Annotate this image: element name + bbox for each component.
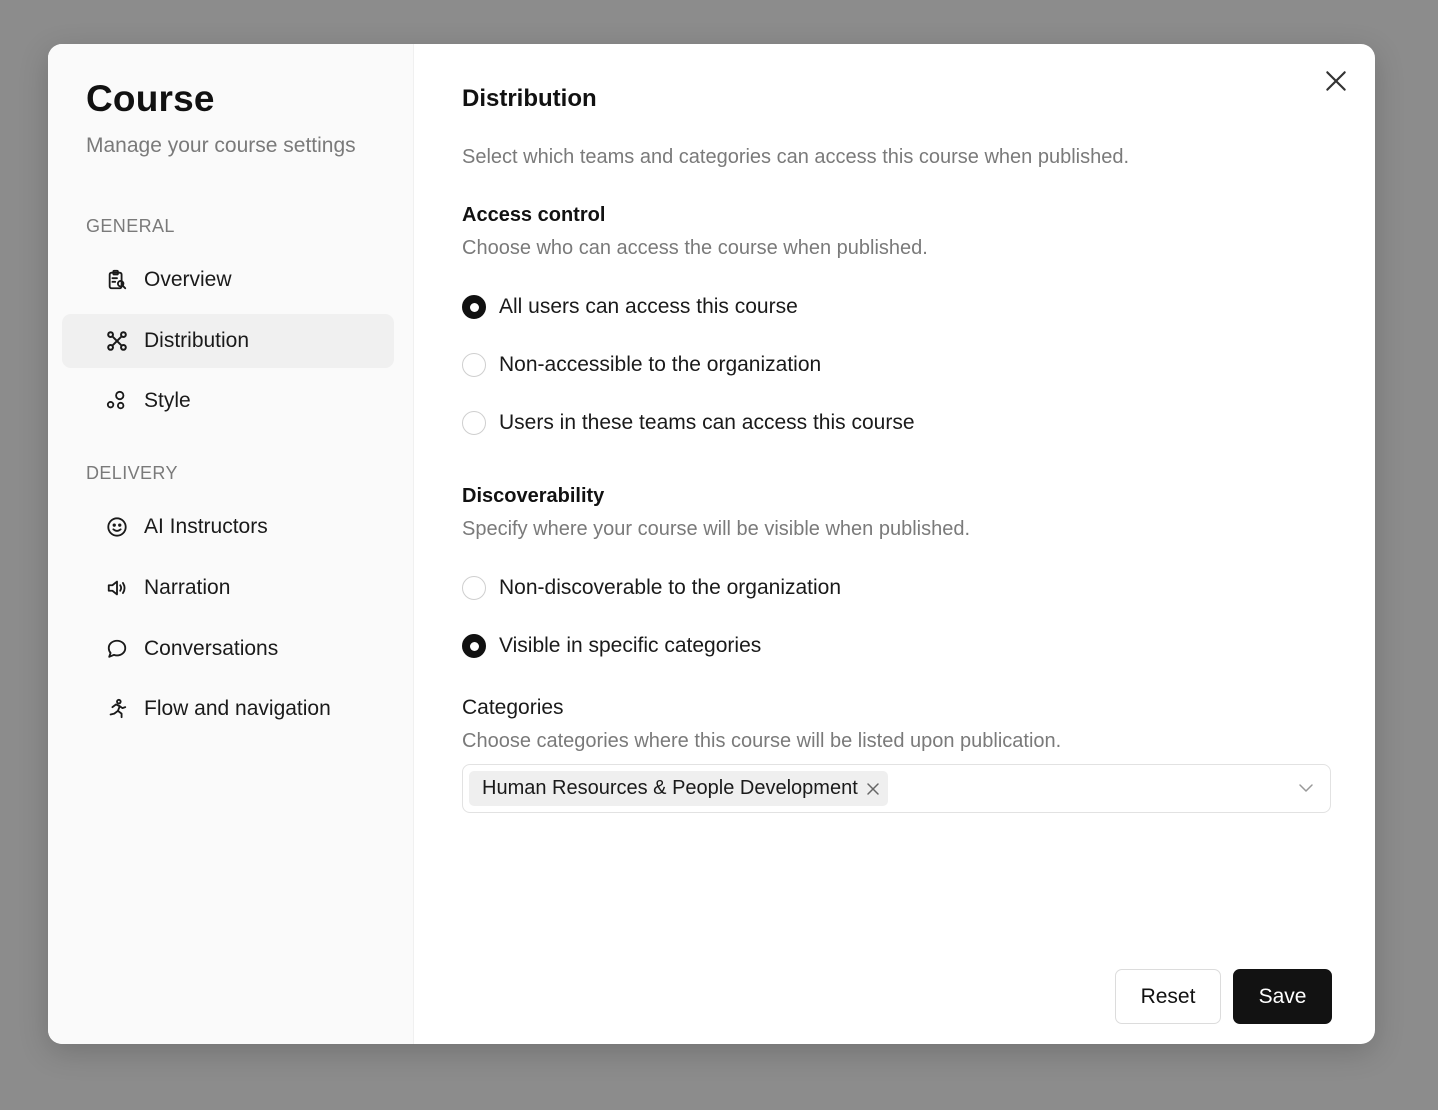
page-description: Select which teams and categories can ac…: [462, 146, 1130, 168]
course-settings-modal: Course Manage your course settings GENER…: [48, 44, 1375, 1044]
sidebar-item-overview[interactable]: Overview: [62, 253, 394, 307]
access-control-description: Choose who can access the course when pu…: [462, 237, 928, 259]
sidebar-title: Course: [86, 78, 215, 119]
network-icon: [106, 330, 128, 352]
sidebar-item-conversations[interactable]: Conversations: [62, 622, 394, 676]
close-icon: [867, 782, 879, 795]
sidebar-item-label: Distribution: [144, 329, 250, 352]
speaker-icon: [106, 577, 128, 599]
sidebar-item-distribution[interactable]: Distribution: [62, 314, 394, 368]
access-control-title: Access control: [462, 204, 606, 226]
radio-button[interactable]: [462, 634, 486, 658]
sidebar-item-style[interactable]: Style: [62, 374, 394, 428]
radio-specific-categories[interactable]: Visible in specific categories: [462, 634, 761, 658]
radio-label: Non-discoverable to the organization: [499, 576, 842, 599]
sidebar-subtitle: Manage your course settings: [86, 134, 356, 157]
section-label-delivery: DELIVERY: [86, 463, 178, 483]
radio-label: Non-accessible to the organization: [499, 353, 822, 376]
discoverability-title: Discoverability: [462, 485, 605, 507]
category-chip: Human Resources & People Development: [469, 771, 888, 806]
radio-non-discoverable[interactable]: Non-discoverable to the organization: [462, 576, 841, 600]
settings-content: Distribution Select which teams and cate…: [414, 44, 1375, 1044]
sidebar-item-label: Overview: [144, 268, 232, 291]
categories-label: Categories: [462, 696, 564, 719]
radio-label: Visible in specific categories: [499, 634, 762, 657]
radio-all-users[interactable]: All users can access this course: [462, 295, 798, 319]
page-title: Distribution: [462, 85, 597, 112]
chat-bubble-icon: [106, 638, 128, 660]
smile-icon: [106, 516, 128, 538]
radio-teams-access[interactable]: Users in these teams can access this cou…: [462, 411, 915, 435]
sidebar-item-label: Flow and navigation: [144, 697, 331, 720]
radio-button[interactable]: [462, 353, 486, 377]
clipboard-search-icon: [106, 269, 128, 291]
reset-button[interactable]: Reset: [1115, 969, 1221, 1024]
sidebar-item-label: Style: [144, 389, 191, 412]
section-label-general: GENERAL: [86, 216, 175, 236]
chip-label: Human Resources & People Development: [482, 777, 858, 799]
categories-select[interactable]: Human Resources & People Development: [462, 764, 1331, 813]
chevron-down-icon: [1299, 784, 1313, 792]
sidebar-item-flow-navigation[interactable]: Flow and navigation: [62, 682, 394, 736]
categories-description: Choose categories where this course will…: [462, 730, 1062, 752]
radio-button[interactable]: [462, 411, 486, 435]
radio-non-accessible[interactable]: Non-accessible to the organization: [462, 353, 821, 377]
discoverability-description: Specify where your course will be visibl…: [462, 518, 971, 540]
radio-button[interactable]: [462, 576, 486, 600]
running-person-icon: [106, 698, 128, 720]
sidebar-item-label: Narration: [144, 576, 231, 599]
sidebar-item-narration[interactable]: Narration: [62, 561, 394, 615]
sidebar-item-label: Conversations: [144, 637, 279, 660]
radio-label: Users in these teams can access this cou…: [499, 411, 915, 434]
shapes-icon: [106, 390, 128, 412]
save-button[interactable]: Save: [1233, 969, 1332, 1024]
radio-label: All users can access this course: [499, 295, 798, 318]
sidebar-item-label: AI Instructors: [144, 515, 268, 538]
sidebar-item-ai-instructors[interactable]: AI Instructors: [62, 500, 394, 554]
close-button[interactable]: [1323, 68, 1349, 94]
radio-button[interactable]: [462, 295, 486, 319]
close-icon: [1326, 71, 1346, 91]
sidebar: Course Manage your course settings GENER…: [48, 44, 414, 1044]
remove-chip-button[interactable]: [866, 782, 880, 796]
